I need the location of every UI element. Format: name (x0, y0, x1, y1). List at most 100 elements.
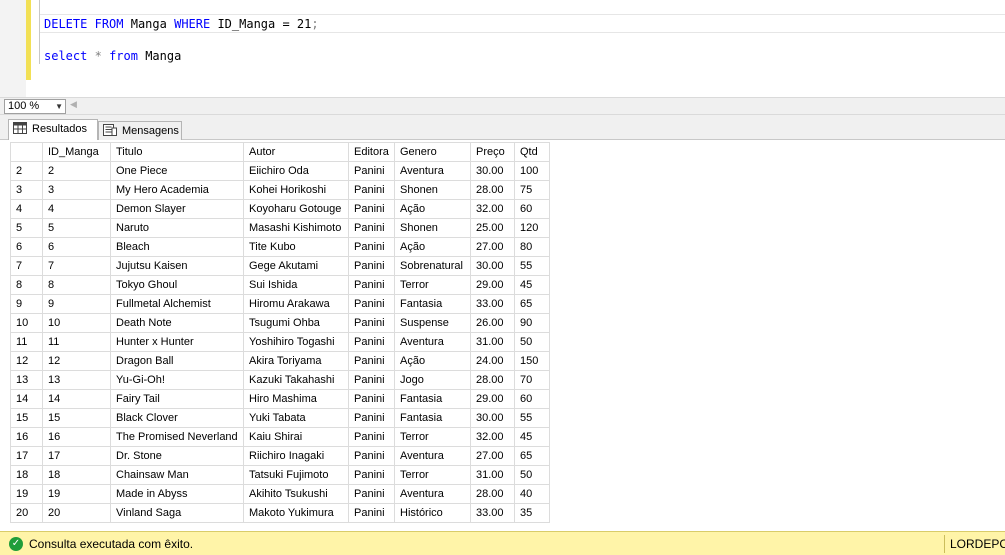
cell-preco[interactable]: 31.00 (470, 465, 515, 485)
cell-editora[interactable]: Panini (348, 465, 395, 485)
row-number[interactable]: 15 (10, 408, 43, 428)
cell-editora[interactable]: Panini (348, 218, 395, 238)
scroll-left-icon[interactable]: ◀ (70, 99, 77, 110)
cell-preco[interactable]: 28.00 (470, 180, 515, 200)
row-number[interactable]: 14 (10, 389, 43, 409)
table-row[interactable]: 7 7 Jujutsu Kaisen Gege Akutami Panini Sobren… (10, 256, 550, 276)
cell-id-manga[interactable]: 15 (42, 408, 111, 428)
cell-titulo[interactable]: Hunter x Hunter (110, 332, 244, 352)
cell-editora[interactable]: Panini (348, 408, 395, 428)
cell-qtd[interactable]: 55 (514, 408, 550, 428)
cell-preco[interactable]: 30.00 (470, 408, 515, 428)
table-row[interactable]: 19 19 Made in Abyss Akihito Tsukushi Panini A… (10, 484, 550, 504)
cell-editora[interactable]: Panini (348, 503, 395, 523)
table-row[interactable]: 11 11 Hunter x Hunter Yoshihiro Togashi Pani… (10, 332, 550, 352)
cell-genero[interactable]: Fantasia (394, 294, 471, 314)
cell-preco[interactable]: 30.00 (470, 161, 515, 181)
cell-preco[interactable]: 30.00 (470, 256, 515, 276)
cell-autor[interactable]: Kazuki Takahashi (243, 370, 349, 390)
tab-messages[interactable]: Mensagens (98, 121, 182, 140)
table-row[interactable]: 20 20 Vinland Saga Makoto Yukimura Panini His… (10, 503, 550, 523)
cell-qtd[interactable]: 100 (514, 161, 550, 181)
cell-editora[interactable]: Panini (348, 351, 395, 371)
cell-id-manga[interactable]: 10 (42, 313, 111, 333)
cell-titulo[interactable]: My Hero Academia (110, 180, 244, 200)
cell-id-manga[interactable]: 12 (42, 351, 111, 371)
table-row[interactable]: 9 9 Fullmetal Alchemist Hiromu Arakawa Panin… (10, 294, 550, 314)
cell-titulo[interactable]: Fullmetal Alchemist (110, 294, 244, 314)
cell-preco[interactable]: 26.00 (470, 313, 515, 333)
cell-preco[interactable]: 25.00 (470, 218, 515, 238)
row-number[interactable]: 6 (10, 237, 43, 257)
cell-titulo[interactable]: Black Clover (110, 408, 244, 428)
row-number[interactable]: 3 (10, 180, 43, 200)
cell-id-manga[interactable]: 4 (42, 199, 111, 219)
cell-preco[interactable]: 32.00 (470, 427, 515, 447)
cell-autor[interactable]: Sui Ishida (243, 275, 349, 295)
cell-id-manga[interactable]: 6 (42, 237, 111, 257)
row-number[interactable]: 10 (10, 313, 43, 333)
cell-preco[interactable]: 24.00 (470, 351, 515, 371)
column-header-editora[interactable]: Editora (348, 142, 395, 162)
table-row[interactable]: 18 18 Chainsaw Man Tatsuki Fujimoto Panini Te… (10, 465, 550, 485)
cell-id-manga[interactable]: 20 (42, 503, 111, 523)
cell-qtd[interactable]: 70 (514, 370, 550, 390)
cell-qtd[interactable]: 120 (514, 218, 550, 238)
row-number[interactable]: 19 (10, 484, 43, 504)
row-number[interactable]: 16 (10, 427, 43, 447)
cell-editora[interactable]: Panini (348, 370, 395, 390)
cell-qtd[interactable]: 75 (514, 180, 550, 200)
cell-autor[interactable]: Tatsuki Fujimoto (243, 465, 349, 485)
cell-genero[interactable]: Aventura (394, 446, 471, 466)
cell-qtd[interactable]: 65 (514, 294, 550, 314)
cell-genero[interactable]: Terror (394, 465, 471, 485)
cell-qtd[interactable]: 150 (514, 351, 550, 371)
cell-autor[interactable]: Masashi Kishimoto (243, 218, 349, 238)
row-number[interactable]: 9 (10, 294, 43, 314)
cell-preco[interactable]: 28.00 (470, 370, 515, 390)
cell-preco[interactable]: 32.00 (470, 199, 515, 219)
cell-genero[interactable]: Ação (394, 199, 471, 219)
column-header-id-manga[interactable]: ID_Manga (42, 142, 111, 162)
row-number-header[interactable] (10, 142, 43, 162)
cell-editora[interactable]: Panini (348, 484, 395, 504)
cell-titulo[interactable]: Demon Slayer (110, 199, 244, 219)
column-header-titulo[interactable]: Titulo (110, 142, 244, 162)
cell-qtd[interactable]: 35 (514, 503, 550, 523)
results-grid[interactable]: ID_Manga Titulo Autor Editora Genero Pre… (10, 142, 550, 523)
cell-genero[interactable]: Shonen (394, 218, 471, 238)
cell-editora[interactable]: Panini (348, 332, 395, 352)
row-number[interactable]: 13 (10, 370, 43, 390)
cell-genero[interactable]: Fantasia (394, 408, 471, 428)
cell-id-manga[interactable]: 2 (42, 161, 111, 181)
row-number[interactable]: 18 (10, 465, 43, 485)
cell-autor[interactable]: Akira Toriyama (243, 351, 349, 371)
cell-qtd[interactable]: 40 (514, 484, 550, 504)
cell-editora[interactable]: Panini (348, 199, 395, 219)
cell-id-manga[interactable]: 7 (42, 256, 111, 276)
cell-editora[interactable]: Panini (348, 161, 395, 181)
cell-qtd[interactable]: 45 (514, 427, 550, 447)
cell-qtd[interactable]: 55 (514, 256, 550, 276)
cell-autor[interactable]: Makoto Yukimura (243, 503, 349, 523)
cell-genero[interactable]: Jogo (394, 370, 471, 390)
cell-genero[interactable]: Ação (394, 237, 471, 257)
cell-titulo[interactable]: Made in Abyss (110, 484, 244, 504)
row-number[interactable]: 7 (10, 256, 43, 276)
cell-id-manga[interactable]: 17 (42, 446, 111, 466)
cell-titulo[interactable]: Bleach (110, 237, 244, 257)
table-row[interactable]: 4 4 Demon Slayer Koyoharu Gotouge Panini Ação… (10, 199, 550, 219)
row-number[interactable]: 4 (10, 199, 43, 219)
cell-autor[interactable]: Akihito Tsukushi (243, 484, 349, 504)
cell-titulo[interactable]: Death Note (110, 313, 244, 333)
tab-results[interactable]: Resultados (8, 119, 98, 141)
cell-autor[interactable]: Koyoharu Gotouge (243, 199, 349, 219)
cell-titulo[interactable]: Dragon Ball (110, 351, 244, 371)
cell-id-manga[interactable]: 9 (42, 294, 111, 314)
cell-preco[interactable]: 27.00 (470, 446, 515, 466)
cell-titulo[interactable]: Fairy Tail (110, 389, 244, 409)
cell-preco[interactable]: 29.00 (470, 389, 515, 409)
cell-autor[interactable]: Riichiro Inagaki (243, 446, 349, 466)
table-row[interactable]: 17 17 Dr. Stone Riichiro Inagaki Panini Avent… (10, 446, 550, 466)
cell-autor[interactable]: Kaiu Shirai (243, 427, 349, 447)
